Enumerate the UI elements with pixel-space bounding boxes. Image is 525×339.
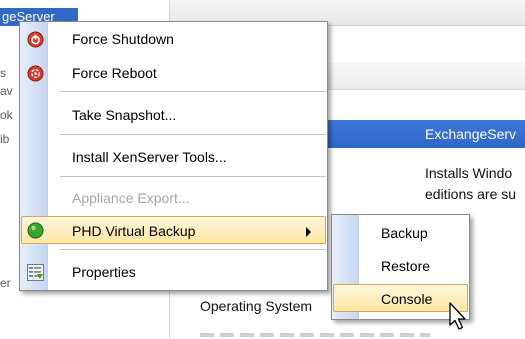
menu-separator — [60, 134, 326, 136]
tree-item-fragment: ok — [0, 108, 13, 122]
menu-item-phd-virtual-backup[interactable]: PHD Virtual Backup — [21, 216, 326, 244]
menu-item-label: Properties — [72, 264, 136, 280]
menu-item-label: Appliance Export... — [72, 190, 190, 206]
reboot-icon — [27, 65, 44, 82]
submenu-item-backup[interactable]: Backup — [333, 219, 468, 247]
power-off-icon — [27, 31, 44, 48]
menu-item-properties[interactable]: Properties — [21, 258, 326, 286]
details-description-line: editions are su — [425, 186, 517, 202]
menu-item-label: Console — [381, 291, 433, 307]
menu-item-force-shutdown[interactable]: Force Shutdown — [21, 25, 326, 53]
green-dot-icon — [27, 222, 44, 239]
submenu-arrow-icon — [306, 227, 311, 237]
tree-item-fragment: ib — [0, 132, 10, 146]
faded-row — [200, 333, 430, 337]
menu-separator — [60, 91, 326, 93]
menu-item-force-reboot[interactable]: Force Reboot — [21, 59, 326, 87]
submenu-item-restore[interactable]: Restore — [333, 252, 468, 280]
details-heading: ExchangeServ — [425, 126, 517, 142]
menu-item-label: Take Snapshot... — [72, 107, 177, 123]
menu-separator — [60, 176, 326, 178]
details-description-line: Installs Windo — [425, 165, 513, 181]
properties-icon — [27, 264, 44, 281]
menu-item-label: Force Shutdown — [72, 31, 174, 47]
context-menu: Force Shutdown Force Reboot Take Snapsho… — [19, 21, 328, 291]
mouse-pointer-icon — [448, 302, 470, 332]
tree-item-fragment: s — [0, 66, 6, 80]
tree-item-fragment: av — [0, 84, 13, 98]
menu-item-install-xenserver-tools[interactable]: Install XenServer Tools... — [21, 143, 326, 171]
menu-separator — [60, 249, 326, 251]
screenshot-root: geServer s av ok ib er ExchangeServ Inst… — [0, 0, 525, 339]
menu-item-take-snapshot[interactable]: Take Snapshot... — [21, 101, 326, 129]
menu-item-label: Restore — [381, 258, 431, 274]
menu-item-label: Install XenServer Tools... — [72, 149, 227, 165]
menu-item-label: Backup — [381, 225, 428, 241]
menu-item-appliance-export: Appliance Export... — [21, 184, 326, 212]
tree-item-fragment: er — [0, 276, 11, 290]
menu-item-label: Force Reboot — [72, 65, 157, 81]
menu-item-label: PHD Virtual Backup — [72, 223, 196, 239]
operating-system-label: Operating System — [200, 298, 313, 314]
